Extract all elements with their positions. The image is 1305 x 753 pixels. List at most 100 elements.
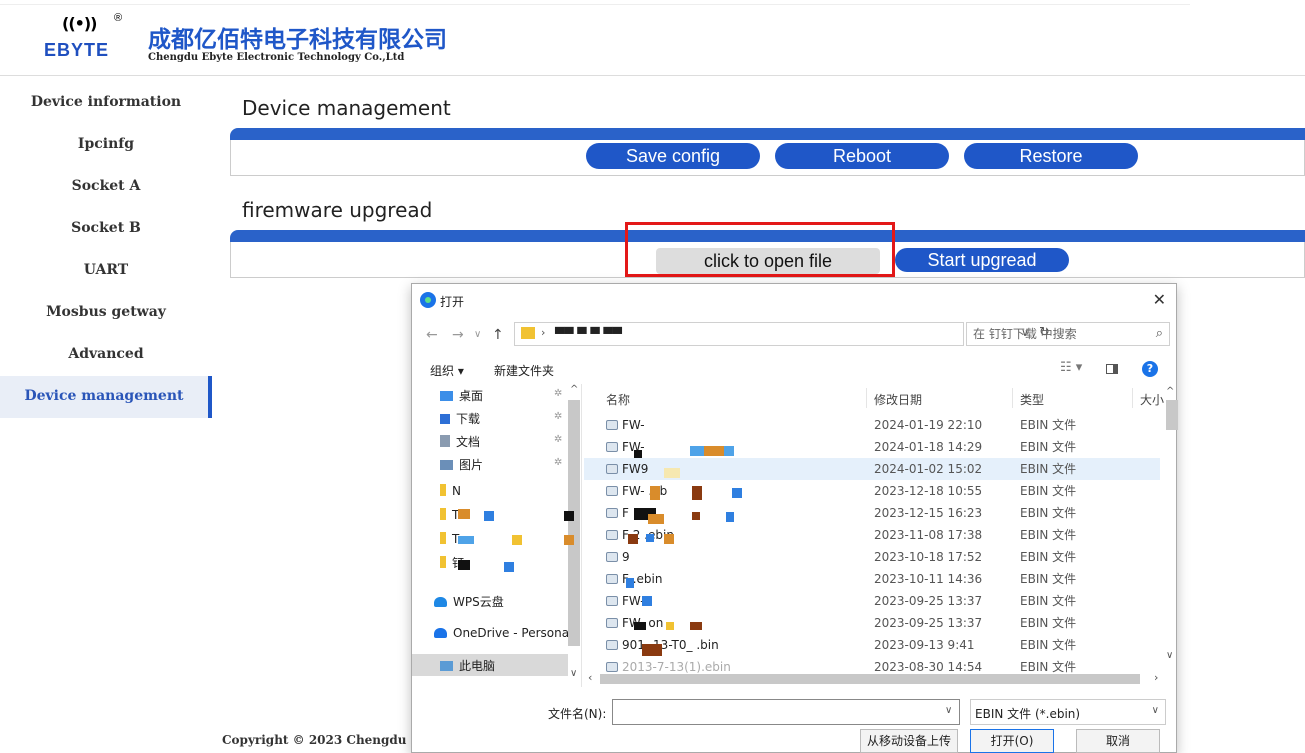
nav-item-documents[interactable]: 文档: [440, 432, 480, 452]
file-type-filter-value: EBIN 文件 (*.ebin): [975, 707, 1081, 721]
help-icon[interactable]: ?: [1142, 361, 1158, 377]
redaction-block: [690, 622, 702, 630]
pin-icon[interactable]: ✲: [554, 388, 562, 399]
file-row[interactable]: 9 2023-10-18 17:52 EBIN 文件: [584, 546, 1160, 568]
horizontal-scrollbar[interactable]: ‹ ›: [588, 671, 1168, 686]
view-options-icon[interactable]: ☷ ▾: [1060, 360, 1082, 375]
redaction-block: [458, 509, 470, 519]
scroll-left-icon[interactable]: ‹: [588, 671, 592, 684]
column-divider[interactable]: [1132, 388, 1133, 408]
scroll-down-icon[interactable]: ∨: [1166, 650, 1173, 661]
sidebar-item-advanced[interactable]: Advanced: [0, 334, 212, 376]
scroll-right-icon[interactable]: ›: [1154, 671, 1158, 684]
dialog-titlebar: 打开 ✕: [412, 284, 1176, 318]
nav-scrollbar[interactable]: [568, 400, 580, 646]
sidebar-item-socket-a[interactable]: Socket A: [0, 166, 212, 208]
file-date: 2023-09-25 13:37: [874, 616, 983, 630]
search-box[interactable]: ⌕: [966, 322, 1170, 346]
redaction-block: [642, 596, 652, 606]
sidebar-item-ipcinfg[interactable]: Ipcinfg: [0, 124, 212, 166]
file-date: 2024-01-18 14:29: [874, 440, 983, 454]
column-divider[interactable]: [866, 388, 867, 408]
address-bar[interactable]: › ▀▀ ▀ ▀ ▀▀ ∨ ↻: [514, 322, 1050, 346]
redaction-block: [704, 446, 724, 456]
column-header-date[interactable]: 修改日期: [874, 391, 922, 408]
recent-dropdown-icon[interactable]: ∨: [474, 329, 481, 340]
file-type: EBIN 文件: [1020, 528, 1077, 542]
redaction-block: [564, 511, 574, 521]
file-row[interactable]: FW- 2024-01-19 22:10 EBIN 文件: [584, 414, 1160, 436]
redaction-block: [458, 536, 474, 544]
file-type: EBIN 文件: [1020, 462, 1077, 476]
restore-button[interactable]: Restore: [964, 143, 1138, 169]
chevron-down-icon[interactable]: ∨: [1152, 705, 1159, 716]
scroll-up-icon[interactable]: ^: [570, 384, 578, 395]
file-type: EBIN 文件: [1020, 484, 1077, 498]
file-row[interactable]: FW- .eb 2023-12-18 10:55 EBIN 文件: [584, 480, 1160, 502]
file-type: EBIN 文件: [1020, 616, 1077, 630]
nav-item-folder[interactable]: T: [440, 505, 459, 525]
dialog-toolbar: 组织 ▾ 新建文件夹 ☷ ▾ ?: [412, 356, 1176, 382]
filename-input[interactable]: [617, 705, 937, 719]
nav-item-folder[interactable]: T: [440, 529, 459, 549]
pin-icon[interactable]: ✲: [554, 457, 562, 468]
search-icon[interactable]: ⌕: [1156, 326, 1163, 341]
cancel-button[interactable]: 取消: [1076, 729, 1160, 753]
redaction-block: [664, 468, 680, 478]
file-open-dialog: 打开 ✕ ← → ∨ ↑ › ▀▀ ▀ ▀ ▀▀ ∨ ↻ ⌕ 组织 ▾ 新建文件…: [411, 283, 1178, 753]
file-list-pane: 名称 修改日期 类型 大小 FW- 2024-01-19 22:10 EBIN 文件…: [584, 384, 1178, 687]
start-upgrade-button[interactable]: Start upgread: [895, 248, 1069, 272]
upload-from-device-button[interactable]: 从移动设备上传: [860, 729, 958, 753]
file-row[interactable]: 901 -13-T0_ .bin 2023-09-13 9:41 EBIN 文件: [584, 634, 1160, 656]
nav-item-wps-cloud[interactable]: WPS云盘: [434, 592, 504, 612]
new-folder-button[interactable]: 新建文件夹: [494, 362, 554, 379]
close-icon[interactable]: ✕: [1153, 290, 1166, 309]
sidebar-item-mosbus-getway[interactable]: Mosbus getway: [0, 292, 212, 334]
pin-icon[interactable]: ✲: [554, 411, 562, 422]
chevron-down-icon[interactable]: ∨: [945, 705, 952, 716]
up-arrow-icon[interactable]: ↑: [492, 327, 504, 343]
save-config-button[interactable]: Save config: [586, 143, 760, 169]
search-input[interactable]: [973, 327, 1133, 341]
scroll-up-icon[interactable]: ^: [1166, 386, 1174, 397]
preview-pane-icon[interactable]: [1106, 364, 1118, 374]
nav-item-this-pc[interactable]: 此电脑: [440, 656, 495, 676]
back-arrow-icon[interactable]: ←: [426, 327, 438, 343]
nav-item-desktop[interactable]: 桌面: [440, 386, 483, 406]
file-date: 2023-10-11 14:36: [874, 572, 983, 586]
file-list-scrollbar[interactable]: ^ ∨: [1164, 386, 1178, 662]
file-row[interactable]: FW- 2024-01-18 14:29 EBIN 文件: [584, 436, 1160, 458]
filename-combobox[interactable]: ∨: [612, 699, 960, 725]
file-row[interactable]: FW- 2023-09-25 13:37 EBIN 文件: [584, 590, 1160, 612]
reboot-button[interactable]: Reboot: [775, 143, 949, 169]
sidebar-item-socket-b[interactable]: Socket B: [0, 208, 212, 250]
scrollbar-thumb[interactable]: [600, 674, 1140, 684]
column-header-name[interactable]: 名称: [606, 391, 630, 408]
column-header-type[interactable]: 类型: [1020, 391, 1044, 408]
nav-item-pictures[interactable]: 图片: [440, 455, 483, 475]
file-type-filter[interactable]: EBIN 文件 (*.ebin) ∨: [970, 699, 1166, 725]
column-header-size[interactable]: 大小: [1140, 391, 1164, 408]
open-button[interactable]: 打开(O): [970, 729, 1054, 753]
file-icon: [606, 508, 618, 518]
file-type: EBIN 文件: [1020, 440, 1077, 454]
column-divider[interactable]: [1012, 388, 1013, 408]
nav-item-downloads[interactable]: 下载: [440, 409, 480, 429]
folder-icon: [440, 508, 446, 520]
file-row[interactable]: F .62023-12-15 16:23EBIN 文件: [584, 502, 1160, 524]
nav-item-folder[interactable]: N: [440, 481, 461, 501]
file-row[interactable]: F .ebin 2023-10-11 14:36 EBIN 文件: [584, 568, 1160, 590]
sidebar-item-uart[interactable]: UART: [0, 250, 212, 292]
scrollbar-thumb[interactable]: [1166, 400, 1178, 430]
forward-arrow-icon[interactable]: →: [452, 327, 464, 343]
scroll-down-icon[interactable]: ∨: [570, 668, 577, 679]
sidebar-item-device-information[interactable]: Device information: [0, 82, 212, 124]
sidebar-nav: Device information Ipcinfg Socket A Sock…: [0, 82, 212, 418]
nav-item-onedrive[interactable]: OneDrive - Persona: [434, 623, 569, 643]
pin-icon[interactable]: ✲: [554, 434, 562, 445]
address-path: ▀▀ ▀ ▀ ▀▀: [555, 327, 622, 341]
filename-label: 文件名(N):: [548, 707, 607, 721]
sidebar-item-device-management[interactable]: Device management: [0, 376, 212, 418]
file-type: EBIN 文件: [1020, 572, 1077, 586]
organize-menu[interactable]: 组织 ▾: [430, 362, 464, 379]
